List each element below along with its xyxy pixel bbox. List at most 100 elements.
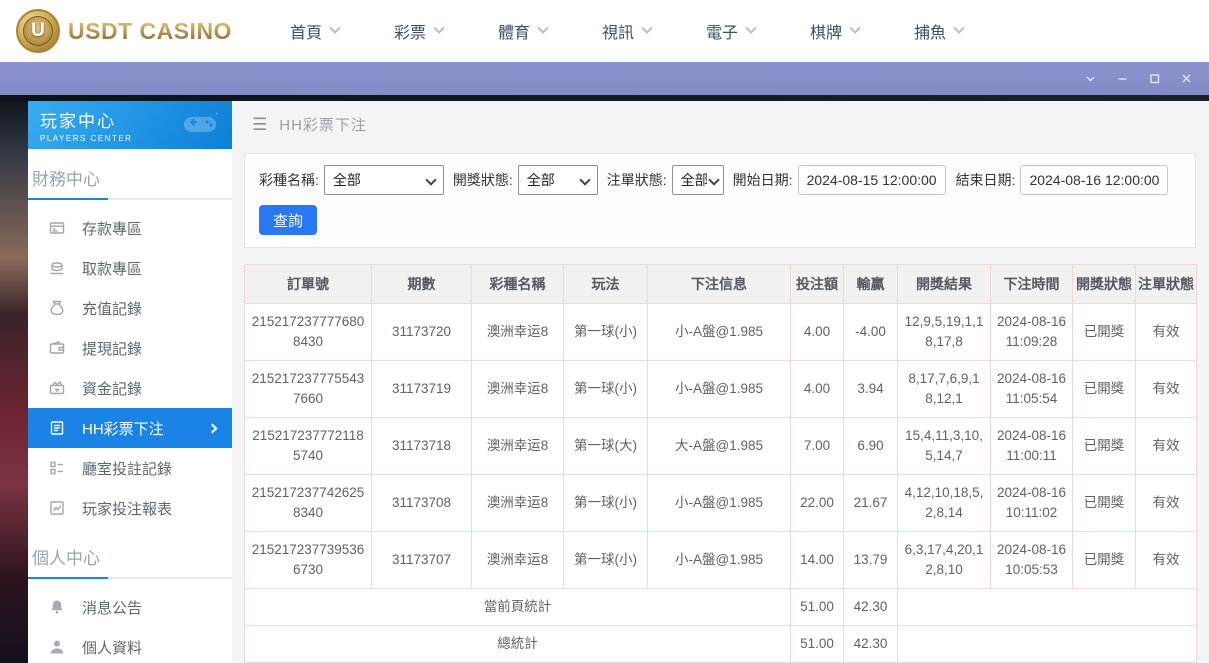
cell-win-loss: 3.94: [844, 361, 898, 418]
sidebar-item-withdrawal-record[interactable]: 提現記錄: [28, 328, 232, 368]
section-divider: [28, 577, 232, 579]
deposit-icon: [49, 220, 65, 236]
stats-bet-total: 51.00: [791, 626, 844, 663]
bets-table-container: 訂單號 期數 彩種名稱 玩法 下注信息 投注額 輸贏 開獎結果 下注時間 開獎狀…: [244, 264, 1196, 663]
col-header-period: 期數: [372, 265, 472, 304]
table-header-row: 訂單號 期數 彩種名稱 玩法 下注信息 投注額 輸贏 開獎結果 下注時間 開獎狀…: [245, 265, 1197, 304]
cell-win-loss: 13.79: [844, 532, 898, 589]
cell-lottery: 澳洲幸运8: [472, 361, 564, 418]
cell-draw-status: 已開獎: [1073, 361, 1136, 418]
cell-lottery: 澳洲幸运8: [472, 304, 564, 361]
money-bag-icon: [49, 300, 65, 316]
stats-empty-cell: [898, 626, 1197, 663]
stats-win-loss-total: 42.30: [844, 626, 898, 663]
minimize-button[interactable]: [1111, 68, 1133, 90]
nav-label: 捕魚: [914, 19, 946, 43]
maximize-button[interactable]: [1143, 68, 1165, 90]
nav-label: 彩票: [394, 19, 426, 43]
chevron-down-icon: [433, 23, 444, 34]
table-row: 2152172377395366730 31173707 澳洲幸运8 第一球(小…: [245, 532, 1197, 589]
cell-draw-result: 12,9,5,19,1,18,17,8: [898, 304, 991, 361]
sidebar-item-announcements[interactable]: 消息公告: [28, 587, 232, 627]
cell-draw-result: 6,3,17,4,20,12,8,10: [898, 532, 991, 589]
bell-icon: [49, 599, 65, 615]
nav-label: 首頁: [290, 19, 322, 43]
cell-draw-status: 已開獎: [1073, 532, 1136, 589]
sidebar-item-hall-bet-record[interactable]: 廳室投註記錄: [28, 448, 232, 488]
nav-item-live-video[interactable]: 視訊: [602, 19, 651, 43]
sidebar-item-profile[interactable]: 個人資料: [28, 627, 232, 663]
lottery-name-select[interactable]: 全部: [324, 165, 444, 195]
close-button[interactable]: [1175, 68, 1197, 90]
page-header: ☰ HH彩票下注: [232, 101, 1209, 147]
sidebar-item-deposit-zone[interactable]: 存款專區: [28, 208, 232, 248]
sidebar-item-funds-record[interactable]: 資金記錄: [28, 368, 232, 408]
stats-empty-cell: [898, 589, 1197, 626]
sidebar-item-recharge-record[interactable]: 充值記錄: [28, 288, 232, 328]
table-row: 2152172377755437660 31173719 澳洲幸运8 第一球(小…: [245, 361, 1197, 418]
nav-item-slots[interactable]: 電子: [706, 19, 755, 43]
col-header-win-loss: 輸贏: [844, 265, 898, 304]
app-area: 玩家中心 PLAYERS CENTER 財務中心: [0, 95, 1209, 663]
order-status-select[interactable]: 全部: [672, 165, 724, 195]
cell-draw-status: 已開獎: [1073, 475, 1136, 532]
cell-play: 第一球(小): [564, 532, 648, 589]
nav-label: 視訊: [602, 19, 634, 43]
nav-item-sports[interactable]: 體育: [498, 19, 547, 43]
window-title-bar: [0, 62, 1209, 95]
cell-play: 第一球(小): [564, 361, 648, 418]
section-label-personal: 個人中心: [28, 540, 232, 577]
nav-item-home[interactable]: 首頁: [290, 19, 339, 43]
start-date-input[interactable]: [798, 165, 946, 195]
page-title: HH彩票下注: [279, 114, 367, 135]
cell-bet-info: 小-A盤@1.985: [648, 304, 791, 361]
stats-win-loss-total: 42.30: [844, 589, 898, 626]
chevron-down-icon: [849, 23, 860, 34]
sidebar-item-withdraw-zone[interactable]: 取款專區: [28, 248, 232, 288]
sidebar: 玩家中心 PLAYERS CENTER 財務中心: [28, 101, 232, 663]
menu-icon[interactable]: ☰: [252, 116, 267, 133]
cell-win-loss: -4.00: [844, 304, 898, 361]
usdt-casino-logo[interactable]: U USDT CASINO: [16, 9, 232, 53]
sidebar-item-player-bet-report[interactable]: 玩家投注報表: [28, 488, 232, 528]
col-header-bet-amount: 投注額: [791, 265, 844, 304]
close-icon: [1180, 72, 1193, 85]
nav-item-board-games[interactable]: 棋牌: [810, 19, 859, 43]
draw-status-label: 開獎狀態:: [453, 170, 513, 190]
nav-item-fishing[interactable]: 捕魚: [914, 19, 963, 43]
maximize-icon: [1148, 72, 1161, 85]
start-date-label: 開始日期:: [733, 170, 793, 190]
window-dropdown-button[interactable]: [1079, 68, 1101, 90]
main-nav: 首頁 彩票 體育 視訊 電子 棋牌 捕魚: [290, 19, 963, 43]
lottery-name-label: 彩種名稱:: [259, 170, 319, 190]
cell-bet-amount: 7.00: [791, 418, 844, 475]
sidebar-item-label: 廳室投註記錄: [82, 458, 172, 479]
col-header-play: 玩法: [564, 265, 648, 304]
table-row: 2152172377426258340 31173708 澳洲幸运8 第一球(小…: [245, 475, 1197, 532]
filter-panel: 彩種名稱: 全部 開獎狀態: 全部 注單狀態: 全部: [244, 153, 1196, 248]
sidebar-item-label: HH彩票下注: [82, 418, 164, 439]
cell-draw-result: 15,4,11,3,10,5,14,7: [898, 418, 991, 475]
table-row: 2152172377721185740 31173718 澳洲幸运8 第一球(大…: [245, 418, 1197, 475]
chevron-right-icon: [208, 423, 218, 433]
sidebar-item-hh-lottery-bets[interactable]: HH彩票下注: [28, 408, 232, 448]
brand-name: USDT CASINO: [68, 18, 232, 45]
draw-status-select[interactable]: 全部: [518, 165, 598, 195]
nav-label: 電子: [706, 19, 738, 43]
grand-total-stats-row: 總統計 51.00 42.30: [245, 626, 1197, 663]
cell-play: 第一球(小): [564, 475, 648, 532]
cell-win-loss: 21.67: [844, 475, 898, 532]
stats-bet-total: 51.00: [791, 589, 844, 626]
section-label-finance: 財務中心: [28, 161, 232, 198]
minimize-icon: [1116, 72, 1129, 85]
cell-bet-amount: 4.00: [791, 304, 844, 361]
search-button[interactable]: 查詢: [259, 205, 317, 235]
cell-bet-time: 2024-08-16 10:05:53: [991, 532, 1073, 589]
nav-item-lottery[interactable]: 彩票: [394, 19, 443, 43]
cell-bet-time: 2024-08-16 11:09:28: [991, 304, 1073, 361]
end-date-label: 結束日期:: [956, 170, 1016, 190]
players-center-header: 玩家中心 PLAYERS CENTER: [28, 101, 232, 149]
sidebar-item-label: 存款專區: [82, 218, 142, 239]
col-header-draw-result: 開獎結果: [898, 265, 991, 304]
end-date-input[interactable]: [1020, 165, 1168, 195]
